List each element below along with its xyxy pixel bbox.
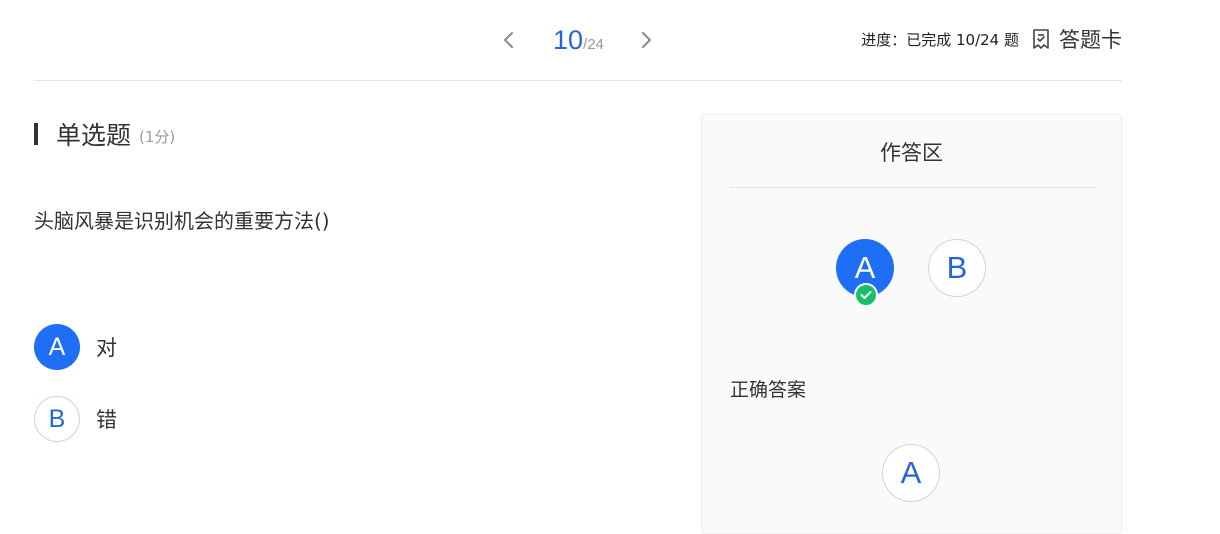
option-letter: A [34,324,80,370]
option-b[interactable]: B 错 [34,396,117,442]
question-counter: 10 /24 [553,25,604,56]
answer-choice-b[interactable]: B [928,239,986,297]
answer-card-button[interactable]: 答题卡 [1031,24,1122,54]
option-text: 错 [96,408,117,432]
next-question-button[interactable] [632,22,660,58]
answer-sheet-icon [1033,29,1049,49]
question-score: (1分) [139,127,176,146]
progress-text: 进度：已完成 10/24 题 [861,30,1019,49]
option-letter: B [34,396,80,442]
prev-question-button[interactable] [495,22,523,58]
chevron-left-icon [504,32,513,48]
question-type-header: 单选题 (1分) [34,116,175,152]
question-navigation: 10 /24 [495,20,660,60]
check-icon [854,283,878,307]
answer-panel-title: 作答区 [880,141,943,165]
correct-answer-label: 正确答案 [730,379,807,401]
option-a[interactable]: A 对 [34,324,117,370]
total-question-count: /24 [583,35,604,53]
chevron-right-icon [641,32,651,48]
header-divider [34,80,1122,81]
correct-answer-badge: A [882,444,940,502]
section-marker [34,123,38,145]
option-text: 对 [96,336,117,360]
question-text: 头脑风暴是识别机会的重要方法() [34,209,330,233]
answer-card-label: 答题卡 [1059,28,1122,52]
panel-divider [730,187,1096,188]
question-type-label: 单选题 [56,121,132,150]
top-bar: 10 /24 进度：已完成 10/24 题 答题卡 [0,0,1220,80]
progress-area: 进度：已完成 10/24 题 答题卡 [861,24,1122,54]
current-question-number: 10 [553,24,584,55]
